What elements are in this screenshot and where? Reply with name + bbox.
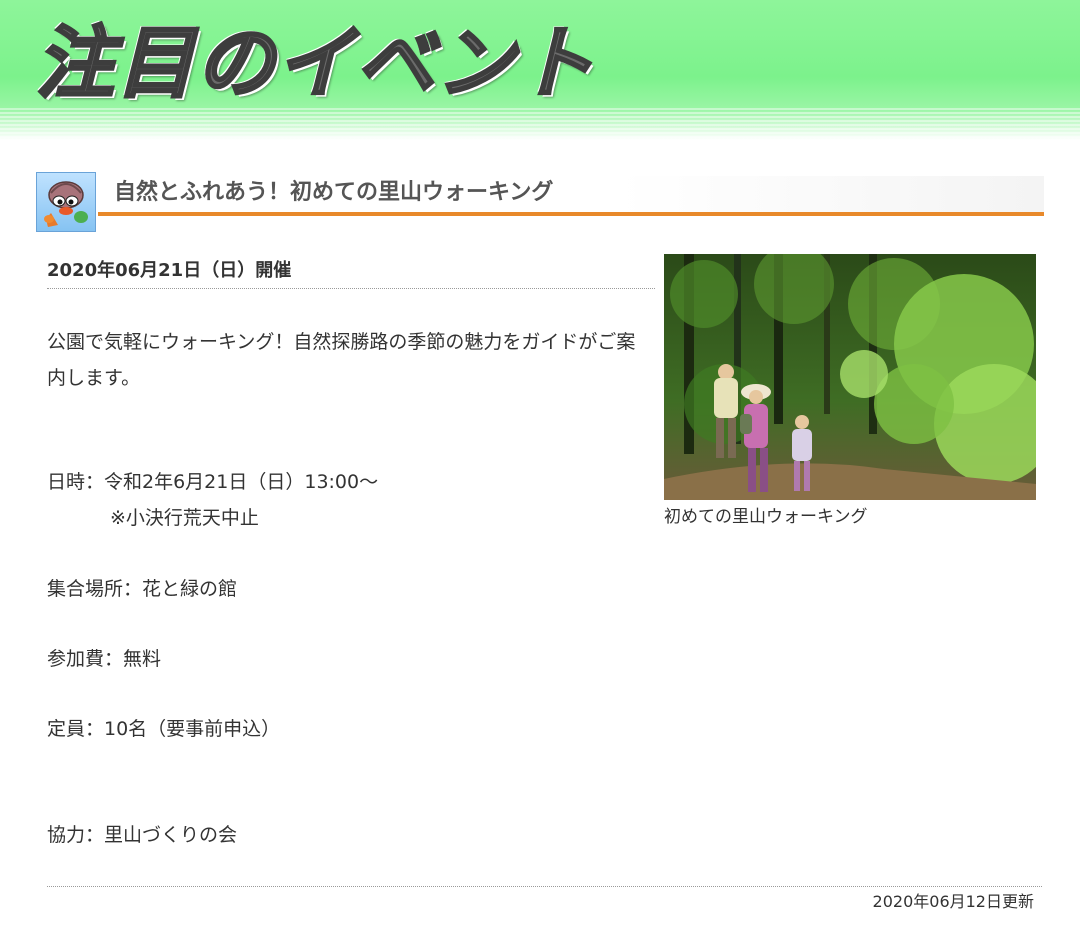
event-date-heading: 2020年06月21日（日）開催	[47, 258, 655, 289]
banner-title: 注目のイベント	[34, 18, 597, 111]
event-title: 自然とふれあう！初めての里山ウォーキング	[114, 180, 554, 205]
updated-date: 2020年06月12日更新	[872, 892, 1034, 911]
event-title-bar: 自然とふれあう！初めての里山ウォーキング	[98, 176, 1044, 216]
event-datetime: 日時：令和2年6月21日（日）13:00〜	[47, 471, 379, 493]
footer-divider	[47, 886, 1042, 887]
event-venue: 集合場所：花と緑の館	[47, 578, 238, 600]
event-heading: 自然とふれあう！初めての里山ウォーキング	[36, 172, 1044, 236]
event-cooperation: 協力：里山づくりの会	[47, 824, 238, 846]
event-capacity: 定員：10名（要事前申込）	[47, 718, 281, 740]
event-weather-note: ※小決行荒天中止	[110, 507, 259, 529]
banner-stripes	[0, 108, 1080, 140]
mascot-icon	[36, 172, 96, 232]
event-fee: 参加費：無料	[47, 648, 162, 670]
event-description: 公園で気軽にウォーキング！自然探勝路の季節の魅力をガイドがご案内します。	[47, 331, 636, 389]
photo-caption: 初めての里山ウォーキング	[664, 507, 868, 527]
event-photo	[664, 254, 1036, 500]
header-banner: 注目のイベント	[0, 0, 1080, 140]
